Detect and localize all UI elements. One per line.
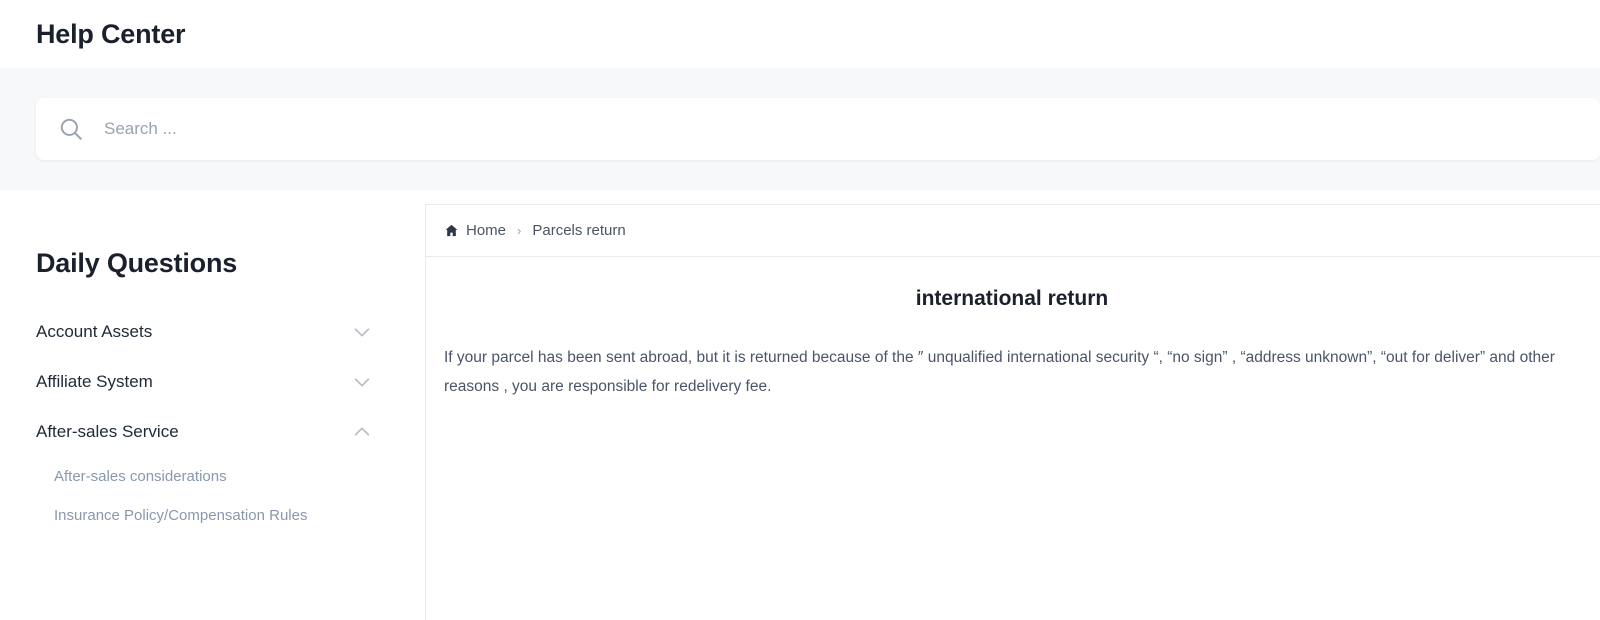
sidebar-item-after-sales-service[interactable]: After-sales Service [36,407,425,457]
article: international return If your parcel has … [426,257,1600,401]
body-area: Daily Questions Account Assets Affiliate… [0,190,1600,620]
sidebar-subitem-insurance-policy[interactable]: Insurance Policy/Compensation Rules [36,496,425,535]
article-paragraph: If your parcel has been sent abroad, but… [444,349,1555,395]
sidebar-item-account-assets[interactable]: Account Assets [36,307,425,357]
chevron-up-icon[interactable] [351,421,373,443]
sidebar-item-label: After-sales Service [36,422,179,441]
home-icon [444,223,459,238]
search-icon [58,116,84,142]
content-panel: Home › Parcels return international retu… [425,204,1600,620]
breadcrumb-separator: › [517,223,522,238]
search-box[interactable] [36,98,1600,160]
chevron-down-icon[interactable] [351,321,373,343]
help-center-page: Help Center Daily Questions Account Asse… [0,0,1600,620]
article-title: international return [915,287,1109,310]
sidebar-item-label: Affiliate System [36,372,153,391]
sidebar-nav: Account Assets Affiliate System After-sa… [36,307,425,535]
breadcrumb: Home › Parcels return [426,204,1600,257]
sidebar-title: Daily Questions [36,248,238,278]
breadcrumb-current: Parcels return [532,222,626,239]
chevron-down-icon[interactable] [351,371,373,393]
breadcrumb-home-link[interactable]: Home [466,222,506,239]
sidebar-item-label: Account Assets [36,322,153,341]
page-title: Help Center [36,18,186,49]
sidebar-item-affiliate-system[interactable]: Affiliate System [36,357,425,407]
sidebar-subitem-after-sales-considerations[interactable]: After-sales considerations [36,457,425,496]
sidebar: Daily Questions Account Assets Affiliate… [0,190,425,620]
search-band [0,68,1600,190]
site-header: Help Center [0,0,1600,68]
search-input[interactable] [104,98,1600,160]
sidebar-sublist-after-sales-service: After-sales considerations Insurance Pol… [36,457,425,535]
